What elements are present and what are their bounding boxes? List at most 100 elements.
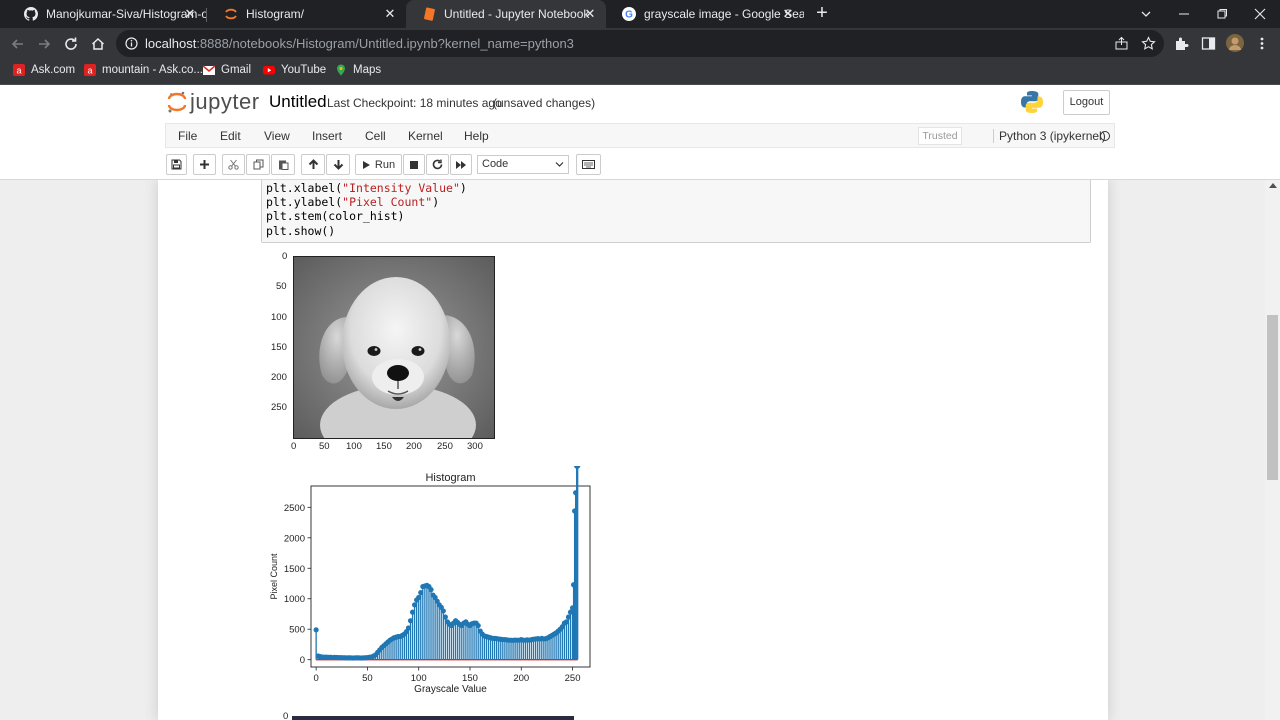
stem-marker bbox=[411, 602, 418, 608]
image-x-tick: 250 bbox=[437, 441, 453, 452]
restart-icon bbox=[432, 159, 443, 170]
bookmark-mountain[interactable]: a mountain - Ask.co... bbox=[84, 64, 203, 76]
bookmark-ask[interactable]: a Ask.com bbox=[13, 64, 75, 76]
image-y-tick: 50 bbox=[276, 281, 287, 292]
jupyter-logo-icon bbox=[167, 91, 187, 113]
save-icon bbox=[171, 159, 182, 170]
x-tick-label: 50 bbox=[362, 673, 373, 684]
jupyter-logo-text: jupyter bbox=[190, 89, 260, 114]
code-line: plt.show() bbox=[266, 224, 336, 238]
x-tick-label: 150 bbox=[462, 673, 478, 684]
save-button[interactable] bbox=[166, 154, 187, 175]
menu-edit[interactable]: Edit bbox=[220, 129, 241, 143]
bookmark-youtube[interactable]: YouTube bbox=[263, 64, 326, 76]
url-text: localhost:8888/notebooks/Histogram/Untit… bbox=[145, 36, 574, 51]
stem-marker bbox=[475, 622, 481, 629]
stem-marker bbox=[573, 490, 579, 496]
logout-button[interactable]: Logout bbox=[1063, 90, 1110, 115]
browser-tab-notebook[interactable]: Untitled - Jupyter Notebook ✕ bbox=[406, 0, 606, 28]
browser-menu-icon[interactable] bbox=[1256, 36, 1268, 56]
ask-icon: a bbox=[13, 64, 25, 76]
scrollbar-thumb[interactable] bbox=[1267, 315, 1278, 480]
menu-file[interactable]: File bbox=[178, 129, 197, 143]
image-x-tick: 100 bbox=[346, 441, 362, 452]
image-x-tick: 0 bbox=[291, 441, 297, 452]
extensions-icon[interactable] bbox=[1174, 36, 1189, 56]
notebook-site[interactable] bbox=[0, 180, 1265, 720]
cell-type-value: Code bbox=[482, 158, 509, 170]
menu-cell[interactable]: Cell bbox=[365, 129, 386, 143]
stem-marker bbox=[570, 582, 577, 588]
menu-help[interactable]: Help bbox=[464, 129, 489, 143]
code-line: plt.stem(color_hist) bbox=[266, 209, 405, 223]
code-line: plt.ylabel("Pixel Count") bbox=[266, 195, 440, 209]
menu-view[interactable]: View bbox=[264, 129, 290, 143]
bookmark-maps[interactable]: Maps bbox=[335, 64, 381, 76]
scrollbar[interactable] bbox=[1265, 180, 1280, 720]
stem-marker bbox=[407, 618, 414, 624]
tab-close-icon[interactable]: ✕ bbox=[780, 6, 796, 22]
forward-arrow-icon[interactable] bbox=[32, 32, 56, 56]
scroll-up-arrow-icon[interactable] bbox=[1269, 183, 1277, 188]
y-tick-label: 2500 bbox=[284, 503, 305, 514]
notebook-title[interactable]: Untitled bbox=[269, 92, 327, 112]
stem-marker bbox=[569, 605, 576, 611]
image-y-tick: 150 bbox=[271, 342, 287, 353]
menu-kernel[interactable]: Kernel bbox=[408, 129, 443, 143]
x-tick-label: 250 bbox=[565, 673, 581, 684]
bookmark-gmail[interactable]: Gmail bbox=[203, 64, 251, 76]
insert-cell-button[interactable] bbox=[193, 154, 216, 175]
image-y-tick: 250 bbox=[271, 402, 287, 413]
profile-avatar[interactable] bbox=[1226, 34, 1244, 57]
image-y-tick: 100 bbox=[271, 312, 287, 323]
cut-button[interactable] bbox=[222, 154, 245, 175]
menu-insert[interactable]: Insert bbox=[312, 129, 342, 143]
paste-button[interactable] bbox=[271, 154, 295, 175]
stem-marker bbox=[428, 587, 434, 593]
tab-close-icon[interactable]: ✕ bbox=[382, 6, 398, 22]
bookmark-star-icon[interactable] bbox=[1141, 36, 1156, 56]
trusted-badge[interactable]: Trusted bbox=[918, 127, 962, 145]
cell-type-select[interactable]: Code bbox=[477, 155, 569, 174]
interrupt-button[interactable] bbox=[403, 154, 425, 175]
tab-close-icon[interactable]: ✕ bbox=[182, 6, 198, 22]
move-down-button[interactable] bbox=[326, 154, 350, 175]
close-window-icon[interactable] bbox=[1237, 0, 1280, 28]
move-up-button[interactable] bbox=[301, 154, 325, 175]
kernel-name[interactable]: Python 3 (ipykernel) bbox=[993, 129, 1106, 143]
next-output-image bbox=[292, 716, 574, 720]
y-axis-label: Pixel Count bbox=[269, 553, 279, 600]
y-tick-label: 0 bbox=[300, 655, 305, 666]
x-tick-label: 100 bbox=[411, 673, 427, 684]
stem-marker bbox=[416, 594, 422, 601]
tab-close-icon[interactable]: ✕ bbox=[582, 6, 598, 22]
side-panel-icon[interactable] bbox=[1201, 36, 1216, 56]
copy-button[interactable] bbox=[246, 154, 270, 175]
stem-marker bbox=[409, 609, 416, 615]
stem-marker bbox=[565, 614, 572, 620]
browser-tab-github[interactable]: Manojkumar-Siva/Histogram-of- ✕ bbox=[8, 0, 206, 28]
stem-marker bbox=[418, 590, 424, 596]
back-arrow-icon[interactable] bbox=[6, 32, 30, 56]
bookmark-label: Gmail bbox=[221, 64, 252, 76]
image-x-tick: 150 bbox=[376, 441, 392, 452]
browser-tab-histogram[interactable]: Histogram/ ✕ bbox=[208, 0, 406, 28]
site-info-icon[interactable] bbox=[125, 37, 138, 55]
share-icon[interactable] bbox=[1114, 36, 1129, 56]
plus-icon bbox=[200, 160, 209, 169]
image-y-tick: 0 bbox=[282, 251, 288, 262]
browser-tab-google[interactable]: G grayscale image - Google Search ✕ bbox=[606, 0, 804, 28]
restart-run-all-button[interactable] bbox=[450, 154, 472, 175]
image-y-tick: 200 bbox=[271, 372, 287, 383]
menu-bar bbox=[165, 123, 1115, 148]
keyboard-icon bbox=[582, 160, 595, 169]
new-tab-button[interactable]: + bbox=[812, 3, 832, 24]
run-button[interactable]: Run bbox=[355, 154, 402, 175]
command-palette-button[interactable] bbox=[576, 154, 601, 175]
jupyter-logo[interactable]: jupyter bbox=[167, 89, 260, 115]
restart-button[interactable] bbox=[426, 154, 449, 175]
reload-icon[interactable] bbox=[59, 32, 83, 56]
stem-marker bbox=[572, 508, 578, 514]
home-icon[interactable] bbox=[86, 32, 110, 56]
url-host: localhost bbox=[145, 36, 197, 51]
